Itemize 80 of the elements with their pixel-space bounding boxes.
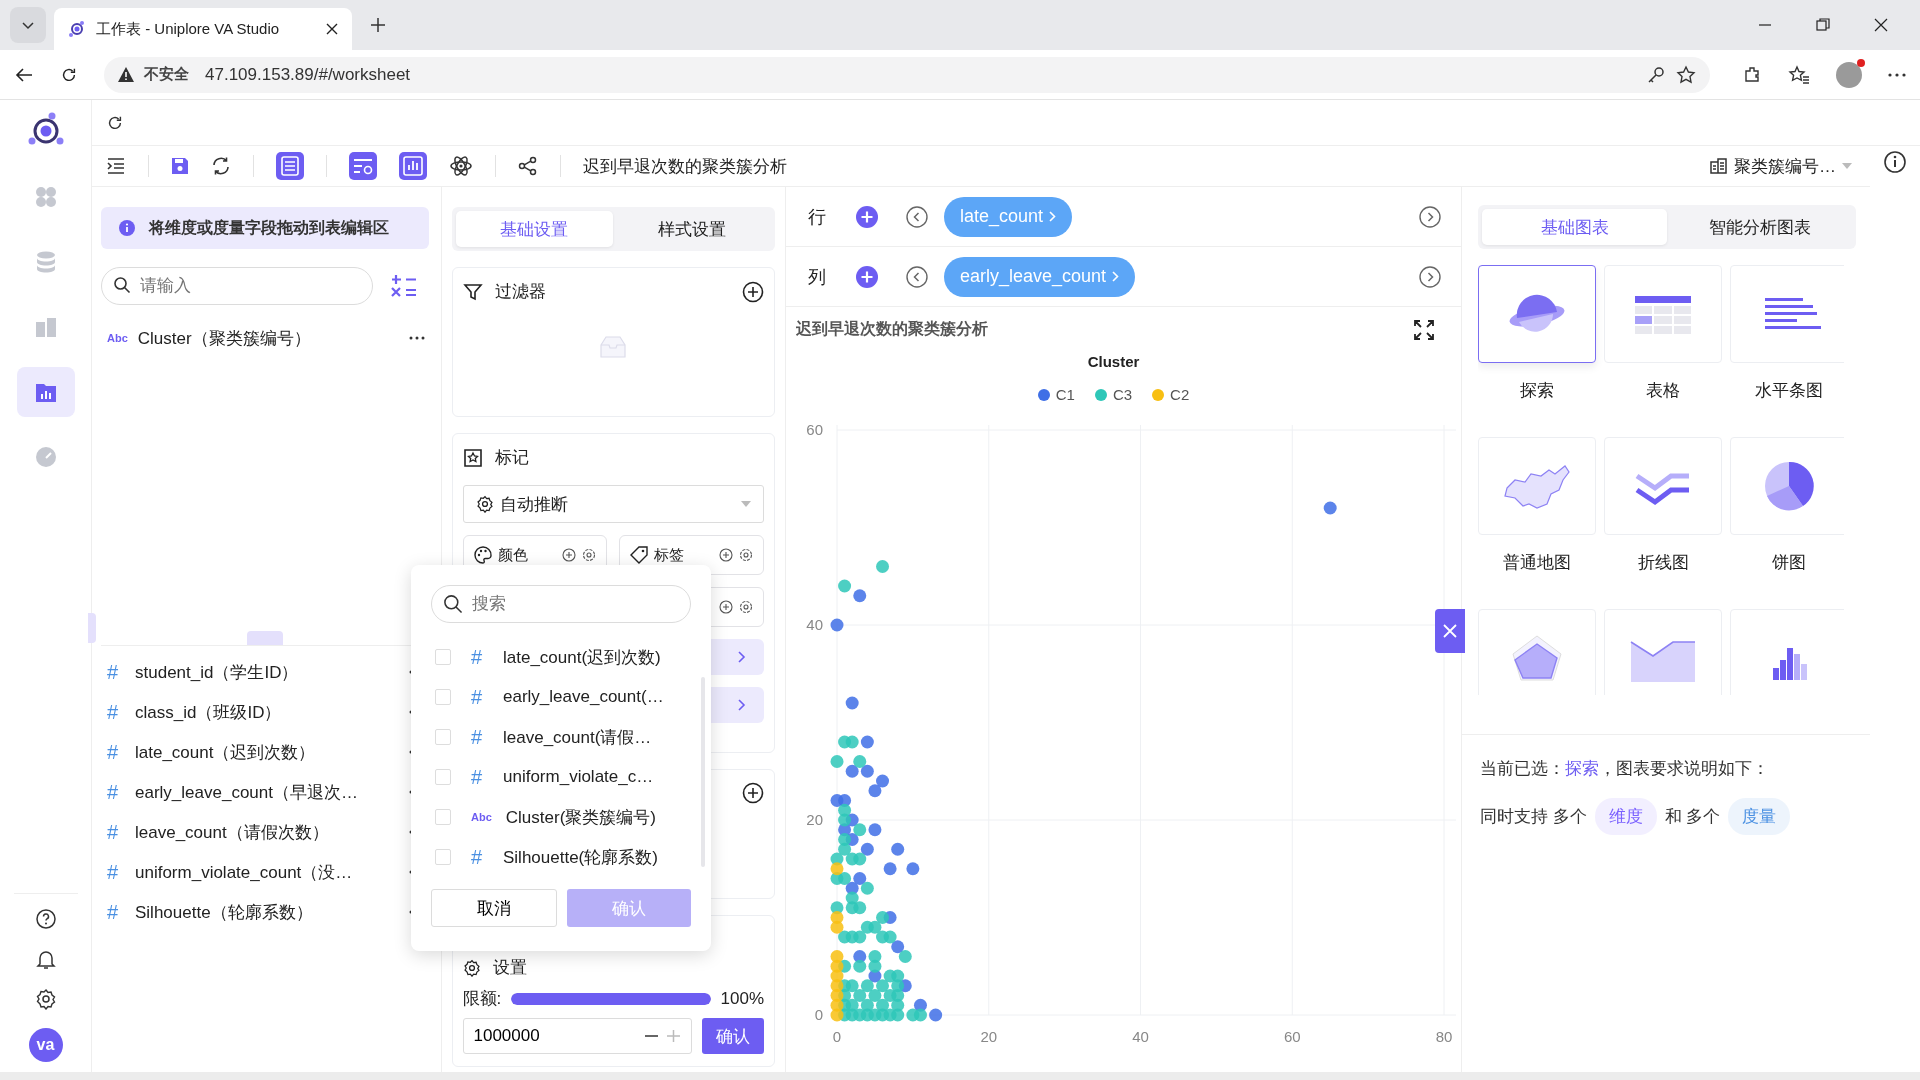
field-type-mark: Abc (107, 332, 128, 344)
field-name[interactable]: early_leave_count（早退次… (135, 780, 399, 804)
field-name[interactable]: Cluster（聚类簇编号） (137, 326, 399, 350)
option-label[interactable]: Silhouette(轮廓系数) (503, 845, 658, 869)
address-bar[interactable]: 不安全 47.109.153.89/#/worksheet (104, 56, 1710, 93)
search-field[interactable]: 请输入 (101, 267, 373, 305)
requirement-text: 和 多个 (1664, 806, 1721, 828)
shelf-label: 列 (808, 265, 827, 289)
axis-tick-label: 40 (806, 616, 823, 633)
option-label[interactable]: Cluster(聚类簇编号) (505, 805, 656, 829)
axis-tick-label: 60 (1283, 1028, 1301, 1045)
option-label[interactable]: late_count(迟到次数) (503, 645, 661, 669)
field-name[interactable]: Silhouette（轮廓系数） (135, 900, 399, 924)
legend-title: Cluster (1087, 353, 1140, 370)
chart-type-label: 水平条图 (1755, 380, 1823, 402)
field-type-mark: # (471, 645, 484, 669)
requirement-tag: 度量 (1728, 798, 1791, 835)
field-type-mark: # (471, 725, 484, 749)
search-field[interactable]: 搜索 (431, 585, 691, 623)
option-label[interactable]: early_leave_count(… (503, 687, 664, 707)
settings-title: 设置 (492, 957, 527, 979)
axis-tick-label: 20 (980, 1028, 998, 1045)
user-avatar[interactable]: va (28, 1028, 63, 1062)
selection-text: 当前已选：探索，图表要求说明如下： (1480, 758, 1770, 780)
axis-tick-label: 40 (1132, 1028, 1149, 1045)
axis-tick-label: 80 (1435, 1028, 1453, 1045)
confirm-button[interactable]: 确认 (702, 1018, 764, 1054)
limit-label: 限额: (462, 988, 502, 1010)
field-type-mark: # (471, 845, 484, 869)
chart-type-label: 折线图 (1637, 552, 1689, 574)
legend-label[interactable]: C1 (1055, 386, 1075, 403)
chart-type-label: 表格 (1646, 380, 1680, 402)
legend-label[interactable]: C3 (1112, 386, 1133, 403)
worksheet-title: 迟到早退次数的聚类簇分析 (583, 155, 787, 178)
field-name[interactable]: uniform_violate_count（没… (135, 860, 399, 884)
chart-type-tab[interactable]: 基础图表 (1482, 209, 1667, 245)
field-type-mark: # (107, 900, 120, 924)
field-name[interactable]: student_id（学生ID） (135, 660, 399, 684)
field-type-mark: # (107, 860, 120, 884)
axis-tick-label: 0 (832, 1028, 842, 1045)
requirement-tag: 维度 (1594, 798, 1657, 835)
security-label[interactable]: 不安全 (144, 65, 189, 84)
chart-type-label: 探索 (1520, 380, 1554, 402)
axis-tick-label: 60 (806, 421, 823, 438)
filter-title: 过滤器 (494, 281, 546, 303)
field-name[interactable]: class_id（班级ID） (135, 700, 399, 724)
field-type-mark: # (107, 660, 120, 684)
field-name[interactable]: leave_count（请假次数） (135, 820, 399, 844)
chart-type-label: 饼图 (1772, 552, 1806, 574)
settings-tab[interactable]: 基础设置 (455, 211, 614, 247)
chart-type-tab[interactable]: 智能分析图表 (1667, 209, 1852, 245)
mark-type-select[interactable]: 自动推断 (462, 485, 764, 523)
chart-type-label: 普通地图 (1503, 552, 1571, 574)
field-name[interactable]: late_count（迟到次数） (135, 740, 399, 764)
cancel-button[interactable]: 取消 (431, 889, 557, 927)
marks-title: 标记 (494, 447, 529, 469)
field-type-mark: # (471, 685, 484, 709)
field-type-mark: # (107, 740, 120, 764)
settings-tab[interactable]: 样式设置 (613, 211, 771, 247)
field-type-mark: # (107, 820, 120, 844)
limit-input[interactable]: 1000000 (462, 1018, 692, 1054)
tab-title: 工作表 - Uniplore VA Studio (96, 19, 281, 39)
option-label[interactable]: uniform_violate_c… (503, 767, 654, 787)
field-type-mark: Abc (471, 811, 492, 823)
shelf-label: 行 (808, 205, 827, 229)
limit-reading: 100% (720, 988, 764, 1009)
notice-text: 将维度或度量字段拖动到表编辑区 (149, 217, 389, 238)
field-type-mark: # (107, 700, 120, 724)
field-type-mark: # (107, 780, 120, 804)
option-label[interactable]: leave_count(请假… (503, 725, 652, 749)
chart-title: 迟到早退次数的聚类簇分析 (796, 319, 988, 339)
selected-chart-link[interactable]: 探索 (1565, 759, 1599, 778)
field-type-mark: # (471, 765, 484, 789)
dataset-select[interactable]: 聚类簇编号… (1710, 154, 1852, 178)
legend-label[interactable]: C2 (1170, 386, 1190, 403)
axis-tick-label: 20 (806, 811, 823, 828)
requirement-text: 同时支持 多个 (1480, 806, 1587, 828)
axis-tick-label: 0 (814, 1006, 823, 1023)
url-text[interactable]: 47.109.153.89/#/worksheet (205, 64, 411, 85)
browser-tab[interactable]: 工作表 - Uniplore VA Studio (54, 8, 352, 50)
